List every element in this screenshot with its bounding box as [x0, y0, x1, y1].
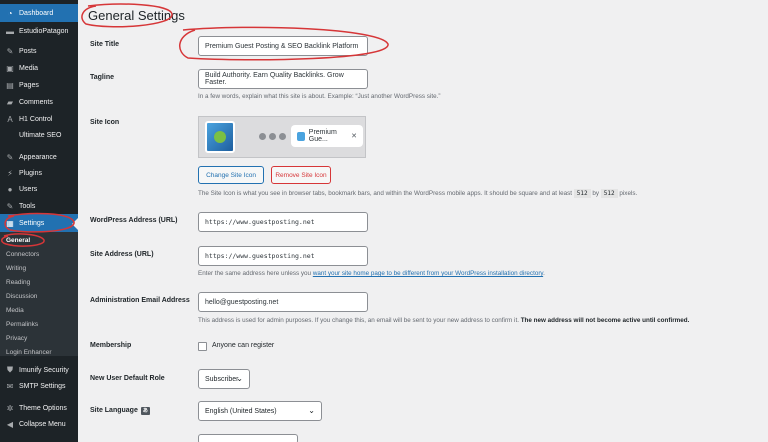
- site-language-select[interactable]: English (United States) ⌄: [198, 401, 322, 421]
- anyone-can-register-label[interactable]: Anyone can register: [212, 342, 274, 349]
- tagline-input[interactable]: Build Authority. Earn Quality Backlinks.…: [198, 69, 368, 89]
- submenu-writing[interactable]: Writing: [6, 265, 26, 272]
- media-icon: ▣: [6, 63, 14, 73]
- menu-collapse[interactable]: ◀ Collapse Menu: [0, 415, 78, 433]
- menu-pages[interactable]: ▤ Pages: [0, 76, 78, 94]
- submenu-connectors[interactable]: Connectors: [6, 251, 39, 258]
- menu-label: Dashboard: [19, 9, 54, 17]
- plugin-icon: ⚡: [7, 168, 13, 178]
- collapse-icon: ◀: [6, 419, 14, 429]
- site-address-input[interactable]: https://www.guestposting.net: [198, 246, 368, 266]
- comment-icon: ▰: [6, 97, 14, 107]
- default-role-value: Subscriber: [205, 375, 239, 383]
- menu-label: Comments: [19, 98, 53, 106]
- menu-label: Appearance: [19, 153, 57, 161]
- next-field-input[interactable]: [198, 434, 298, 442]
- settings-icon: ▦: [6, 218, 14, 228]
- site-icon-description: The Site Icon is what you see in browser…: [198, 189, 638, 198]
- mail-icon: ✉: [6, 381, 14, 391]
- admin-sidebar: ◔ Dashboard ▬ EstudioPatagon ✎ Posts ▣ M…: [0, 0, 78, 442]
- submenu-privacy[interactable]: Privacy: [6, 335, 27, 342]
- settings-form: General Settings Site Title Premium Gues…: [78, 0, 768, 442]
- site-address-label: Site Address (URL): [90, 251, 154, 258]
- menu-label: Ultimate SEO: [19, 131, 62, 139]
- menu-label: Collapse Menu: [19, 420, 66, 428]
- menu-label: EstudioPatagon: [19, 27, 69, 35]
- menu-label: Media: [19, 64, 39, 72]
- page-title: General Settings: [88, 8, 185, 23]
- tagline-label: Tagline: [90, 74, 114, 81]
- menu-label: Pages: [19, 81, 39, 89]
- dashboard-icon: ◔: [7, 8, 13, 18]
- window-dots-icon: [259, 133, 286, 140]
- menu-settings[interactable]: ▦ Settings: [0, 214, 78, 232]
- tab-title: Premium Gue...: [308, 129, 337, 143]
- site-icon-label: Site Icon: [90, 119, 120, 126]
- wp-address-input[interactable]: https://www.guestposting.net: [198, 212, 368, 232]
- menu-label: SMTP Settings: [19, 382, 66, 390]
- submenu-discussion[interactable]: Discussion: [6, 293, 37, 300]
- menu-label: Plugins: [19, 169, 42, 177]
- submenu-login-enhancer[interactable]: Login Enhancer: [6, 349, 52, 356]
- logo-icon: ▬: [6, 26, 14, 36]
- menu-label: H1 Control: [19, 115, 53, 123]
- pin-icon: ✎: [6, 46, 14, 56]
- settings-submenu: General Connectors Writing Reading Discu…: [0, 232, 78, 356]
- menu-dashboard[interactable]: ◔ Dashboard: [0, 4, 78, 22]
- chevron-down-icon: ⌄: [308, 406, 315, 415]
- menu-users[interactable]: ● Users: [0, 180, 78, 198]
- admin-email-input[interactable]: hello@guestposting.net: [198, 292, 368, 312]
- menu-ultimate-seo[interactable]: Ultimate SEO: [0, 126, 78, 144]
- site-language-label: Site Language あ: [90, 407, 150, 415]
- submenu-permalinks[interactable]: Permalinks: [6, 321, 38, 328]
- h1-icon: A: [7, 114, 13, 124]
- user-icon: ●: [7, 184, 13, 194]
- menu-comments[interactable]: ▰ Comments: [0, 93, 78, 111]
- wrench-icon: ✎: [6, 201, 14, 211]
- tagline-description: In a few words, explain what this site i…: [198, 93, 441, 100]
- admin-email-description: This address is used for admin purposes.…: [198, 317, 690, 324]
- site-address-description: Enter the same address here unless you w…: [198, 270, 545, 277]
- close-icon: ✕: [351, 133, 357, 140]
- menu-tools[interactable]: ✎ Tools: [0, 197, 78, 215]
- menu-label: Settings: [19, 219, 45, 227]
- change-site-icon-button[interactable]: Change Site Icon: [198, 166, 264, 184]
- site-icon-preview: Premium Gue... ✕: [198, 116, 366, 158]
- menu-media[interactable]: ▣ Media: [0, 59, 78, 77]
- remove-site-icon-button[interactable]: Remove Site Icon: [271, 166, 331, 184]
- site-title-input[interactable]: Premium Guest Posting & SEO Backlink Pla…: [198, 36, 368, 56]
- brush-icon: ✎: [6, 152, 14, 162]
- menu-label: Theme Options: [19, 404, 67, 412]
- default-role-select[interactable]: Subscriber ⌄: [198, 369, 250, 389]
- site-address-help-link[interactable]: want your site home page to be different…: [313, 270, 543, 277]
- membership-label: Membership: [90, 342, 132, 349]
- anyone-can-register-checkbox[interactable]: [198, 342, 207, 351]
- default-role-label: New User Default Role: [90, 375, 165, 382]
- chevron-down-icon: ⌄: [236, 374, 243, 383]
- submenu-reading[interactable]: Reading: [6, 279, 30, 286]
- menu-label: Imunify Security: [19, 366, 69, 374]
- site-language-value: English (United States): [205, 407, 277, 415]
- shield-icon: ⛊: [7, 365, 13, 374]
- site-icon-image: [205, 121, 235, 153]
- wp-address-label: WordPress Address (URL): [90, 217, 178, 224]
- browser-tab-preview: Premium Gue... ✕: [291, 125, 363, 147]
- site-title-label: Site Title: [90, 41, 120, 48]
- submenu-general[interactable]: General: [6, 237, 30, 244]
- favicon-icon: [297, 131, 305, 141]
- menu-posts[interactable]: ✎ Posts: [0, 42, 78, 60]
- gear-icon: ✲: [6, 403, 14, 413]
- menu-estudiopatagon[interactable]: ▬ EstudioPatagon: [0, 22, 78, 40]
- admin-email-label: Administration Email Address: [90, 297, 190, 304]
- menu-label: Posts: [19, 47, 37, 55]
- pages-icon: ▤: [6, 80, 14, 90]
- translate-icon: あ: [140, 407, 150, 415]
- submenu-media[interactable]: Media: [6, 307, 24, 314]
- menu-label: Users: [19, 185, 38, 193]
- menu-label: Tools: [19, 202, 36, 210]
- menu-smtp-settings[interactable]: ✉ SMTP Settings: [0, 377, 78, 395]
